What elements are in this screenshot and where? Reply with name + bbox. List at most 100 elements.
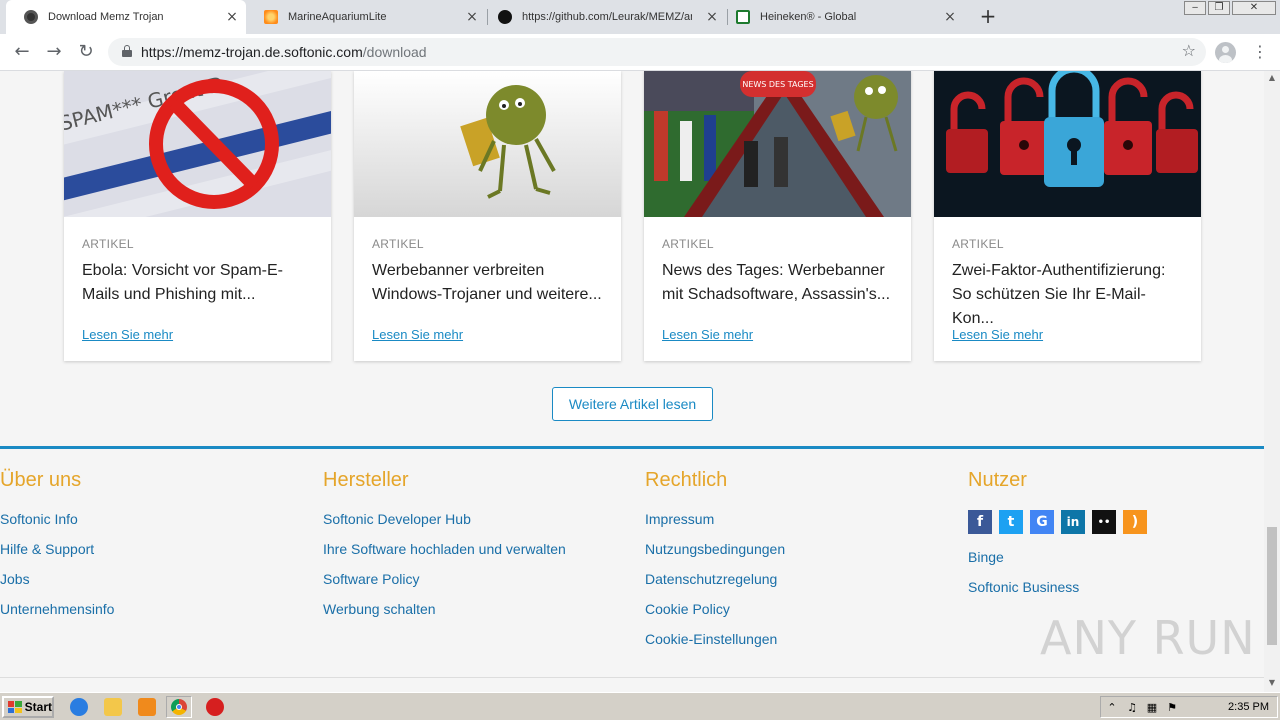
article-title[interactable]: Zwei-Faktor-Authentifizierung: So schütz… [952,259,1184,331]
url-text[interactable]: https://memz-trojan.de.softonic.com/down… [141,44,427,60]
footer-link-softonic-business[interactable]: Softonic Business [968,578,1147,596]
scrollbar-thumb[interactable] [1267,527,1277,645]
article-category: ARTIKEL [952,237,1004,251]
article-title[interactable]: Ebola: Vorsicht vor Spam-E-Mails und Phi… [82,259,314,307]
new-tab-button[interactable]: + [977,5,999,27]
aquarium-favicon-icon [264,10,278,24]
article-title[interactable]: News des Tages: Werbebanner mit Schadsof… [662,259,894,307]
tray-expand-icon[interactable]: ⌃ [1105,701,1119,715]
footer-link-company-info[interactable]: Unternehmensinfo [0,600,114,618]
tab-strip: Download Memz Trojan × MarineAquariumLit… [0,0,1280,34]
rss-icon[interactable]: ) [1123,510,1147,534]
footer-legal-column: Rechtlich Impressum Nutzungsbedingungen … [645,469,785,660]
google-icon[interactable]: G [1030,510,1054,534]
browser-toolbar: ← → ↻ https://memz-trojan.de.softonic.co… [0,34,1280,71]
footer-link-imprint[interactable]: Impressum [645,510,785,528]
footer-link-terms[interactable]: Nutzungsbedingungen [645,540,785,558]
close-window-button[interactable]: ✕ [1232,1,1276,15]
footer-heading: Über uns [0,469,82,491]
tab-title: Download Memz Trojan [48,11,164,23]
footer-divider [0,446,1264,449]
action-center-flag-icon[interactable]: ⚑ [1165,701,1179,715]
read-more-link[interactable]: Lesen Sie mehr [952,327,1043,342]
footer-link-softonic-info[interactable]: Softonic Info [0,510,114,528]
softonic-favicon-icon [24,10,38,24]
tab-title: MarineAquariumLite [288,11,387,23]
start-button[interactable]: Start [2,696,54,718]
close-tab-icon[interactable]: × [224,9,240,25]
footer-link-developer-hub[interactable]: Softonic Developer Hub [323,510,566,528]
anyrun-watermark: ANY RUN [1040,611,1256,665]
footer-link-software-policy[interactable]: Software Policy [323,570,566,588]
internet-explorer-icon[interactable] [70,698,88,716]
page-viewport: SPAM*** Great D ARTIKEL Ebola: Vorsicht … [0,71,1264,692]
lock-icon[interactable] [122,45,132,57]
close-tab-icon[interactable]: × [942,9,958,25]
start-label: Start [24,700,52,714]
tab-marine-aquarium[interactable]: MarineAquariumLite × [246,0,486,34]
flickr-icon[interactable]: •• [1092,510,1116,534]
facebook-icon[interactable]: f [968,510,992,534]
social-icons: f t G in •• ) [968,510,1147,534]
footer-link-jobs[interactable]: Jobs [0,570,114,588]
close-tab-icon[interactable]: × [464,9,480,25]
stop-sign-icon[interactable] [206,698,224,716]
news-thumbnail-image[interactable]: NEWS DES TAGES [644,71,911,217]
twitter-icon[interactable]: t [999,510,1023,534]
reload-icon[interactable]: ↻ [74,40,98,64]
address-bar[interactable]: https://memz-trojan.de.softonic.com/down… [108,38,1206,66]
read-more-link[interactable]: Lesen Sie mehr [372,327,463,342]
tab-title: https://github.com/Leurak/MEMZ/ar [522,11,692,23]
profile-avatar-icon[interactable] [1215,42,1236,63]
article-card: ARTIKEL Werbebanner verbreiten Windows-T… [354,71,621,361]
forward-arrow-icon[interactable]: → [42,40,66,64]
tab-github-memz[interactable]: https://github.com/Leurak/MEMZ/ar × [480,0,726,34]
scroll-down-arrow-icon[interactable]: ▼ [1267,678,1277,688]
tab-download-memz[interactable]: Download Memz Trojan × [6,0,246,34]
taskbar-clock[interactable]: 2:35 PM [1228,701,1269,713]
article-category: ARTIKEL [662,237,714,251]
article-title[interactable]: Werbebanner verbreiten Windows-Trojaner … [372,259,604,307]
spam-thumbnail-image[interactable]: SPAM*** Great D [64,71,331,217]
read-more-link[interactable]: Lesen Sie mehr [82,327,173,342]
minimize-button[interactable]: ‒ [1184,1,1206,15]
article-category: ARTIKEL [82,237,134,251]
volume-icon[interactable]: ♫ [1125,701,1139,715]
restore-button[interactable]: ❐ [1208,1,1230,15]
tab-heineken[interactable]: Heineken® - Global × [718,0,964,34]
network-icon[interactable]: ▦ [1145,701,1159,715]
more-articles-button[interactable]: Weitere Artikel lesen [552,387,713,421]
chrome-icon[interactable] [166,696,192,718]
read-more-link[interactable]: Lesen Sie mehr [662,327,753,342]
tab-title: Heineken® - Global [760,11,857,23]
footer-link-upload-software[interactable]: Ihre Software hochladen und verwalten [323,540,566,558]
article-category: ARTIKEL [372,237,424,251]
scroll-up-arrow-icon[interactable]: ▲ [1267,73,1277,83]
footer-link-advertise[interactable]: Werbung schalten [323,600,566,618]
footer-link-privacy[interactable]: Datenschutzregelung [645,570,785,588]
news-badge-text: NEWS DES TAGES [742,80,813,89]
system-tray: ⌃ ♫ ▦ ⚑ 2:35 PM [1100,696,1278,718]
browser-menu-icon[interactable]: ⋮ [1252,42,1268,62]
footer-link-help-support[interactable]: Hilfe & Support [0,540,114,558]
article-card: SPAM*** Great D ARTIKEL Ebola: Vorsicht … [64,71,331,361]
footer-users-column: Nutzer f t G in •• ) Binge Softonic Busi… [968,469,1147,608]
footer-link-binge[interactable]: Binge [968,548,1147,566]
back-arrow-icon[interactable]: ← [10,40,34,64]
media-player-icon[interactable] [138,698,156,716]
article-card: NEWS DES TAGES ARTIKEL News des Tages: W… [644,71,911,361]
footer-makers-column: Hersteller Softonic Developer Hub Ihre S… [323,469,566,630]
linkedin-icon[interactable]: in [1061,510,1085,534]
footer-link-cookie-policy[interactable]: Cookie Policy [645,600,785,618]
url-path: /download [362,44,427,60]
bookmark-star-icon[interactable]: ☆ [1182,41,1196,60]
file-explorer-icon[interactable] [104,698,122,716]
virus-thumbnail-image[interactable] [354,71,621,217]
footer-link-cookie-settings[interactable]: Cookie-Einstellungen [645,630,785,648]
footer-bottom-rule [0,677,1264,678]
heineken-favicon-icon [736,10,750,24]
padlock-thumbnail-image[interactable] [934,71,1201,217]
article-card: ARTIKEL Zwei-Faktor-Authentifizierung: S… [934,71,1201,361]
page-scrollbar[interactable]: ▲ ▼ [1264,71,1280,692]
url-host: https://memz-trojan.de.softonic.com [141,44,363,60]
